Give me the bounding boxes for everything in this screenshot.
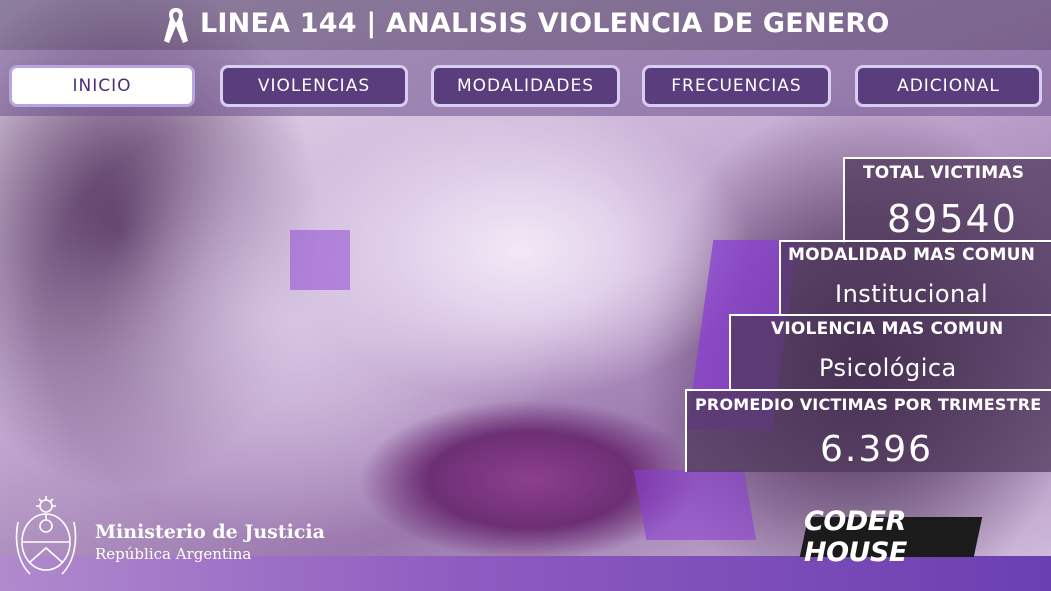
kpi-label: MODALIDAD MAS COMUN [788,245,1036,265]
decorative-brush-stroke [290,230,350,290]
ministry-logo-text: Ministerio de Justicia República Argenti… [95,520,325,564]
ministry-name: Ministerio de Justicia [95,521,325,543]
nav-button-inicio[interactable]: INICIO [9,65,195,107]
kpi-value: Psicológica [819,354,957,382]
nav-button-frecuencias[interactable]: FRECUENCIAS [642,65,831,107]
kpi-card-modalidad: MODALIDAD MAS COMUN Institucional [779,240,1051,316]
kpi-card-promedio: PROMEDIO VICTIMAS POR TRIMESTRE 6.396 [685,389,1051,472]
kpi-label: TOTAL VICTIMAS [863,163,1025,183]
kpi-value: Institucional [835,280,989,308]
kpi-label: VIOLENCIA MAS COMUN [771,319,1004,339]
coat-of-arms-icon [15,496,77,575]
decorative-brush-stroke [633,470,757,540]
nav-button-adicional[interactable]: ADICIONAL [855,65,1042,107]
ministry-country: República Argentina [95,545,252,563]
coder-house-text: CODER HOUSE [804,506,907,568]
nav-button-violencias[interactable]: VIOLENCIAS [220,65,408,107]
kpi-card-violencia: VIOLENCIA MAS COMUN Psicológica [729,314,1051,390]
kpi-label: PROMEDIO VICTIMAS POR TRIMESTRE [695,395,1042,414]
kpi-value: 89540 [887,197,1018,241]
coder-house-logo: CODER HOUSE [799,506,983,568]
kpi-value: 6.396 [820,429,934,470]
page-title: LINEA 144 | ANALISIS VIOLENCIA DE GENERO [200,8,890,39]
awareness-ribbon-icon [164,8,188,43]
kpi-card-total-victimas: TOTAL VICTIMAS 89540 [843,157,1051,243]
nav-button-modalidades[interactable]: MODALIDADES [431,65,620,107]
